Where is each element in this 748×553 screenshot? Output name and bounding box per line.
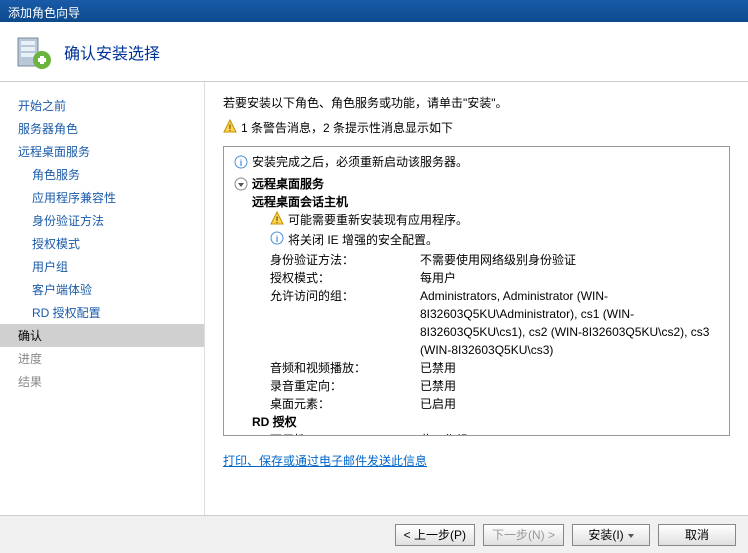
cancel-button[interactable]: 取消 <box>658 524 736 546</box>
previous-button[interactable]: < 上一步(P) <box>395 524 475 546</box>
collapse-icon[interactable] <box>234 177 248 191</box>
info-icon: i <box>234 155 248 169</box>
sidebar-item-6[interactable]: 授权模式 <box>0 232 204 255</box>
instruction-text: 若要安装以下角色、角色服务或功能，请单击"安装"。 <box>223 94 730 111</box>
kv-license-value: 每用户 <box>420 269 719 287</box>
sidebar-item-5[interactable]: 身份验证方法 <box>0 209 204 232</box>
section-rds: 远程桌面服务 <box>252 175 324 193</box>
kv-audio-label: 音频和视频播放： <box>270 359 420 377</box>
kv-auth-value: 不需要使用网络级别身份验证 <box>420 251 719 269</box>
kv-avail-value: 此工作组 <box>420 431 719 436</box>
page-title: 确认安装选择 <box>64 40 160 64</box>
header: 确认安装选择 <box>0 22 748 82</box>
kv-groups-value: Administrators, Administrator (WIN-8I326… <box>420 287 719 359</box>
kv-desktop-value: 已启用 <box>420 395 719 413</box>
kv-record-label: 录音重定向： <box>270 377 420 395</box>
sidebar-item-10[interactable]: 确认 <box>0 324 204 347</box>
kv-groups-label: 允许访问的组： <box>270 287 420 359</box>
subsection-session-host: 远程桌面会话主机 <box>234 193 719 211</box>
rd-license-section: RD 授权 <box>234 413 719 431</box>
svg-text:!: ! <box>229 123 232 133</box>
warning-summary: 1 条警告消息，2 条提示性消息显示如下 <box>241 119 453 136</box>
info-icon: i <box>270 231 284 245</box>
sub-warning-text: 可能需要重新安装现有应用程序。 <box>288 211 468 229</box>
kv-auth-label: 身份验证方法： <box>270 251 420 269</box>
sidebar-item-3[interactable]: 角色服务 <box>0 163 204 186</box>
print-save-email-link[interactable]: 打印、保存或通过电子邮件发送此信息 <box>223 452 427 469</box>
svg-text:i: i <box>276 234 279 244</box>
restart-info: 安装完成之后，必须重新启动该服务器。 <box>252 153 468 171</box>
warning-icon: ! <box>223 119 237 133</box>
install-button[interactable]: 安装(I) <box>572 524 650 546</box>
window-title: 添加角色向导 <box>8 6 80 20</box>
sidebar-item-12: 结果 <box>0 370 204 393</box>
main-content: 若要安装以下角色、角色服务或功能，请单击"安装"。 ! 1 条警告消息，2 条提… <box>205 82 748 515</box>
sidebar-item-2[interactable]: 远程桌面服务 <box>0 140 204 163</box>
kv-desktop-label: 桌面元素： <box>270 395 420 413</box>
sidebar-item-11: 进度 <box>0 347 204 370</box>
warning-icon: ! <box>270 211 284 225</box>
svg-text:!: ! <box>276 215 279 225</box>
sidebar-item-8[interactable]: 客户端体验 <box>0 278 204 301</box>
sub-info-text: 将关闭 IE 增强的安全配置。 <box>288 231 438 249</box>
svg-text:i: i <box>240 158 243 168</box>
window-titlebar: 添加角色向导 <box>0 0 748 22</box>
sidebar-item-9[interactable]: RD 授权配置 <box>0 301 204 324</box>
kv-audio-value: 已禁用 <box>420 359 719 377</box>
sidebar-item-1[interactable]: 服务器角色 <box>0 117 204 140</box>
kv-avail-label: 可用性： <box>270 431 420 436</box>
sidebar: 开始之前服务器角色远程桌面服务角色服务应用程序兼容性身份验证方法授权模式用户组客… <box>0 82 205 515</box>
sidebar-item-4[interactable]: 应用程序兼容性 <box>0 186 204 209</box>
confirmation-box: i 安装完成之后，必须重新启动该服务器。 远程桌面服务 远程桌面会话主机 ! 可… <box>223 146 730 436</box>
sidebar-item-0[interactable]: 开始之前 <box>0 94 204 117</box>
wizard-icon <box>12 32 52 72</box>
next-button: 下一步(N) > <box>483 524 564 546</box>
kv-record-value: 已禁用 <box>420 377 719 395</box>
kv-license-label: 授权模式： <box>270 269 420 287</box>
footer: < 上一步(P) 下一步(N) > 安装(I) 取消 <box>0 515 748 553</box>
sidebar-item-7[interactable]: 用户组 <box>0 255 204 278</box>
